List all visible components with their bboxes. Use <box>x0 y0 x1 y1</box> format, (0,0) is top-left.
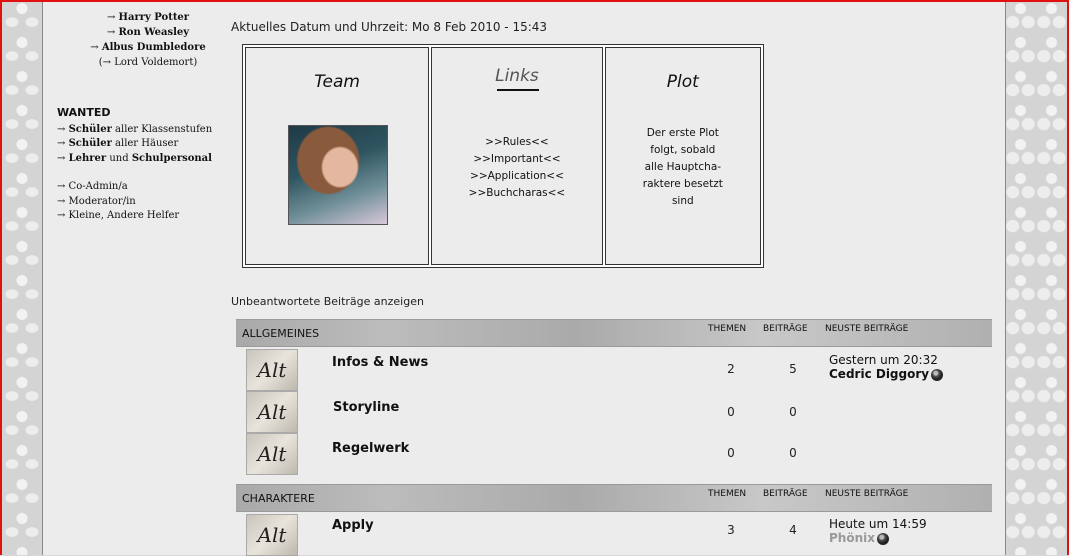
links-list: >>Rules<< >>Important<< >>Application<< … <box>432 134 601 202</box>
go-to-post-icon[interactable] <box>931 368 944 381</box>
latest-post-user[interactable]: Phönix <box>829 531 875 545</box>
forum-row: Alt Apply 3 4 Heute um 14:59 Phönix <box>236 512 992 556</box>
forum-name[interactable]: Storyline <box>333 400 399 415</box>
link-application[interactable]: >>Application<< <box>432 168 601 185</box>
wanted-title: WANTED <box>57 106 111 119</box>
forum-row: Alt Storyline 0 0 <box>236 389 992 433</box>
team-avatar-image[interactable] <box>288 125 388 225</box>
latest-post: Heute um 14:59 Phönix <box>829 517 927 545</box>
forum-status-icon: Alt <box>246 349 298 391</box>
topics-count: 0 <box>727 405 735 419</box>
category-allgemeines: ALLGEMEINES THEMEN BEITRÄGE NEUSTE BEITR… <box>236 319 992 475</box>
character-list: → Harry Potter → Ron Weasley → Albus Dum… <box>59 10 237 70</box>
unanswered-posts-link[interactable]: Unbeantwortete Beiträge anzeigen <box>231 295 424 308</box>
links-box: Links >>Rules<< >>Important<< >>Applicat… <box>431 47 603 265</box>
link-rules[interactable]: >>Rules<< <box>432 134 601 151</box>
posts-count: 0 <box>789 405 797 419</box>
wanted-item: → Schüler aller Häuser <box>57 138 179 150</box>
column-topics: THEMEN <box>708 489 747 499</box>
sidebar: → Harry Potter → Ron Weasley → Albus Dum… <box>57 10 237 223</box>
plot-text: Der erste Plot folgt, sobald alle Hauptc… <box>642 127 723 207</box>
posts-count: 5 <box>789 362 797 376</box>
latest-post-time: Heute um 14:59 <box>829 517 927 531</box>
links-title: Links <box>495 66 539 86</box>
column-topics: THEMEN <box>708 324 747 334</box>
column-posts: BEITRÄGE <box>763 489 808 499</box>
category-header: ALLGEMEINES THEMEN BEITRÄGE NEUSTE BEITR… <box>236 319 992 347</box>
go-to-post-icon[interactable] <box>876 532 889 545</box>
link-important[interactable]: >>Important<< <box>432 151 601 168</box>
team-box: Team <box>245 47 430 265</box>
column-posts: BEITRÄGE <box>763 324 808 334</box>
posts-count: 4 <box>789 523 797 537</box>
team-title: Team <box>314 72 360 92</box>
character-item[interactable]: → Ron Weasley <box>59 25 237 40</box>
forum-name[interactable]: Infos & News <box>332 355 428 370</box>
link-buchcharas[interactable]: >>Buchcharas<< <box>432 185 601 202</box>
wanted-list: → Schüler aller Klassenstufen → Schüler … <box>57 123 237 223</box>
column-latest: NEUSTE BEITRÄGE <box>825 324 909 334</box>
forum-status-icon: Alt <box>246 433 298 475</box>
wanted-item: → Schüler aller Klassenstufen <box>57 124 213 135</box>
latest-post-time: Gestern um 20:32 <box>829 353 938 367</box>
category-name[interactable]: CHARAKTERE <box>242 492 315 505</box>
info-boxes: Team Links >>Rules<< >>Important<< >>App… <box>242 44 764 268</box>
plot-box: Plot Der erste Plot folgt, sobald alle H… <box>604 47 761 265</box>
plot-title: Plot <box>666 72 699 92</box>
character-item[interactable]: → Albus Dumbledore <box>59 40 237 55</box>
category-charaktere: CHARAKTERE THEMEN BEITRÄGE NEUSTE BEITRÄ… <box>236 484 992 556</box>
forum-name[interactable]: Apply <box>332 518 374 533</box>
wanted-item: → Moderator/in <box>57 195 136 207</box>
wanted-item: → Co-Admin/a <box>57 181 128 193</box>
wanted-item: → Lehrer und Schulpersonal <box>57 152 212 164</box>
column-latest: NEUSTE BEITRÄGE <box>825 489 909 499</box>
background-pattern-left <box>2 0 42 555</box>
links-title-underline <box>497 89 540 91</box>
forum-status-icon: Alt <box>246 391 298 433</box>
forum-row: Alt Infos & News 2 5 Gestern um 20:32 Ce… <box>236 347 992 391</box>
topics-count: 2 <box>727 362 735 376</box>
category-header: CHARAKTERE THEMEN BEITRÄGE NEUSTE BEITRÄ… <box>236 484 992 512</box>
character-item[interactable]: (→ Lord Voldemort) <box>59 55 237 70</box>
current-datetime: Aktuelles Datum und Uhrzeit: Mo 8 Feb 20… <box>231 20 548 34</box>
character-item[interactable]: → Harry Potter <box>59 10 237 25</box>
forum-row: Alt Regelwerk 0 0 <box>236 431 992 475</box>
latest-post-user[interactable]: Cedric Diggory <box>829 367 929 381</box>
topics-count: 0 <box>727 446 735 460</box>
latest-post: Gestern um 20:32 Cedric Diggory <box>829 353 944 381</box>
wanted-item: → Kleine, Andere Helfer <box>57 210 180 222</box>
topics-count: 3 <box>727 523 735 537</box>
forum-status-icon: Alt <box>246 514 298 556</box>
background-pattern-right <box>1005 0 1067 555</box>
forum-name[interactable]: Regelwerk <box>332 441 409 456</box>
page-content: → Harry Potter → Ron Weasley → Albus Dum… <box>42 2 1006 556</box>
category-name[interactable]: ALLGEMEINES <box>242 327 319 340</box>
posts-count: 0 <box>789 446 797 460</box>
